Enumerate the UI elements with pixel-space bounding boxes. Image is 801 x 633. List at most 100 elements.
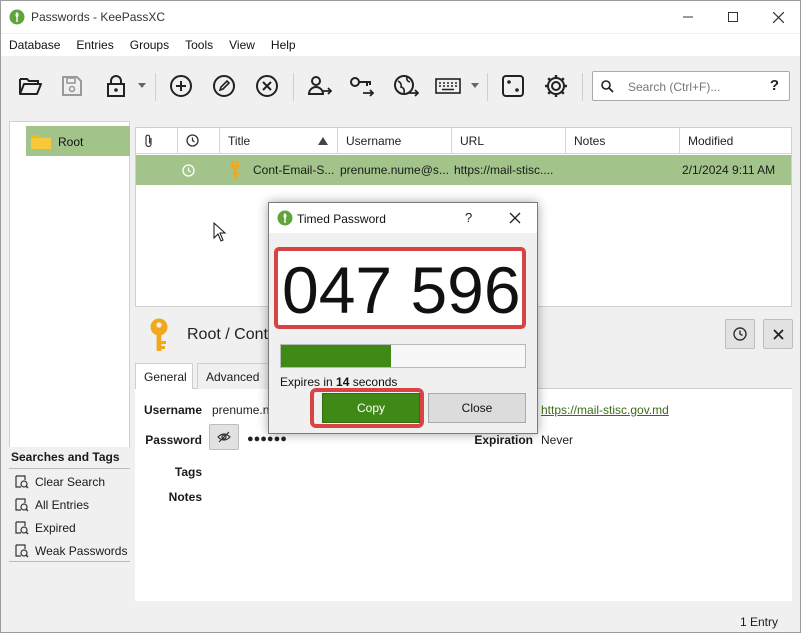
username-label: Username: [143, 403, 202, 417]
password-value: ●●●●●●: [247, 433, 287, 445]
toolbar-separator: [155, 73, 156, 101]
column-notes-label: Notes: [574, 134, 606, 148]
toggle-password-button[interactable]: [209, 424, 239, 450]
history-button[interactable]: [725, 319, 755, 349]
search-item-weak-passwords[interactable]: Weak Passwords: [15, 542, 127, 560]
column-notes[interactable]: Notes: [566, 128, 680, 154]
menu-help[interactable]: Help: [263, 34, 304, 56]
divider: [9, 468, 130, 469]
searches-panel: Searches and Tags Clear Search All Entri…: [9, 447, 130, 602]
column-expires[interactable]: [178, 128, 220, 154]
entry-count: 1 Entry: [739, 615, 778, 629]
column-username[interactable]: Username: [338, 128, 452, 154]
copy-url-button[interactable]: [391, 71, 421, 101]
eye-off-icon: [217, 431, 231, 443]
column-modified[interactable]: Modified: [680, 128, 791, 154]
searches-header: Searches and Tags: [11, 450, 120, 464]
search-help-button[interactable]: ?: [770, 77, 779, 94]
expires-prefix: Expires in: [280, 375, 337, 389]
totp-code-highlight: 047 596: [274, 247, 526, 329]
expiry-progress-bar: [280, 344, 526, 368]
tab-general[interactable]: General: [135, 363, 193, 390]
add-entry-icon: [170, 75, 192, 97]
dialog-title-bar: Timed Password ?: [269, 203, 537, 233]
cell-username: prenume.nume@s...: [340, 163, 449, 177]
autotype-icon: [435, 78, 461, 94]
clock-icon: [733, 327, 747, 341]
search-item-expired[interactable]: Expired: [15, 519, 76, 537]
group-root[interactable]: Root: [26, 126, 130, 156]
column-title[interactable]: Title: [220, 128, 338, 154]
edit-entry-button[interactable]: [209, 71, 239, 101]
timed-password-dialog: Timed Password ? 047 596 Expires in 14 s…: [268, 202, 538, 434]
password-label: Password: [145, 433, 202, 447]
autotype-button[interactable]: [433, 71, 463, 101]
search-item-all-entries[interactable]: All Entries: [15, 496, 89, 514]
cell-url: https://mail-stisc....: [454, 163, 554, 177]
add-entry-button[interactable]: [166, 71, 196, 101]
close-button[interactable]: Close: [428, 393, 526, 423]
password-generator-button[interactable]: [498, 71, 528, 101]
minimize-button[interactable]: [665, 1, 711, 33]
expires-seconds: 14: [336, 375, 350, 389]
dialog-help-button[interactable]: ?: [465, 210, 472, 225]
toolbar-separator: [582, 73, 583, 101]
settings-button[interactable]: [541, 71, 571, 101]
paperclip-icon: [145, 134, 152, 148]
dialog-title: Timed Password: [297, 212, 386, 226]
delete-entry-button[interactable]: [252, 71, 282, 101]
lock-database-button[interactable]: [101, 71, 131, 101]
column-url[interactable]: URL: [452, 128, 566, 154]
maximize-button[interactable]: [710, 1, 756, 33]
table-row[interactable]: Cont-Email-S... prenume.nume@s... https:…: [136, 155, 791, 185]
toolbar-separator: [293, 73, 294, 101]
column-attachment[interactable]: [136, 128, 178, 154]
search-item-label: Weak Passwords: [35, 544, 128, 558]
close-details-button[interactable]: [763, 319, 793, 349]
save-database-icon: [62, 76, 82, 96]
open-database-icon: [19, 78, 42, 95]
folder-icon: [31, 135, 51, 149]
tab-advanced[interactable]: Advanced: [197, 363, 269, 389]
copy-url-icon: [394, 75, 419, 97]
password-generator-icon: [502, 75, 524, 97]
menu-entries[interactable]: Entries: [68, 34, 121, 56]
search-item-label: Clear Search: [35, 475, 106, 489]
open-database-button[interactable]: [15, 71, 45, 101]
menu-groups[interactable]: Groups: [122, 34, 177, 56]
notes-label: Notes: [168, 490, 202, 504]
close-icon: [772, 328, 784, 340]
mouse-cursor-icon: [213, 222, 227, 242]
search-item-clear[interactable]: Clear Search: [15, 473, 105, 491]
clock-icon: [186, 134, 199, 147]
url-link[interactable]: https://mail-stisc.gov.md: [541, 403, 669, 417]
search-placeholder: Search (Ctrl+F)...: [628, 80, 721, 94]
breadcrumb: Root / Cont: [187, 326, 268, 343]
sort-ascending-icon: [318, 137, 328, 145]
expires-suffix: seconds: [349, 375, 398, 389]
copy-button[interactable]: Copy: [322, 393, 420, 423]
close-window-button[interactable]: [755, 1, 801, 33]
close-icon[interactable]: [507, 210, 523, 226]
copy-password-button[interactable]: [347, 71, 377, 101]
close-icon: [772, 11, 784, 23]
save-database-button[interactable]: [57, 71, 87, 101]
copy-username-button[interactable]: [304, 71, 334, 101]
menu-tools[interactable]: Tools: [177, 34, 221, 56]
cell-modified: 2/1/2024 9:11 AM: [682, 163, 776, 177]
column-username-label: Username: [346, 134, 402, 148]
title-bar: Passwords - KeePassXC: [1, 1, 800, 33]
saved-search-icon: [15, 475, 29, 489]
keepassxc-logo-icon: [277, 210, 293, 226]
menu-view[interactable]: View: [221, 34, 263, 56]
table-header: Title Username URL Notes Modified: [136, 128, 791, 154]
autotype-menu-chevron-down-icon[interactable]: [471, 81, 479, 89]
column-title-label: Title: [228, 134, 251, 148]
expiration-label: Expiration: [474, 433, 533, 447]
menu-database[interactable]: Database: [1, 34, 68, 56]
lock-menu-chevron-down-icon[interactable]: [138, 81, 146, 89]
maximize-icon: [728, 12, 738, 22]
search-item-label: All Entries: [35, 498, 90, 512]
lock-database-icon: [107, 75, 125, 97]
search-input[interactable]: Search (Ctrl+F)... ?: [592, 71, 790, 101]
